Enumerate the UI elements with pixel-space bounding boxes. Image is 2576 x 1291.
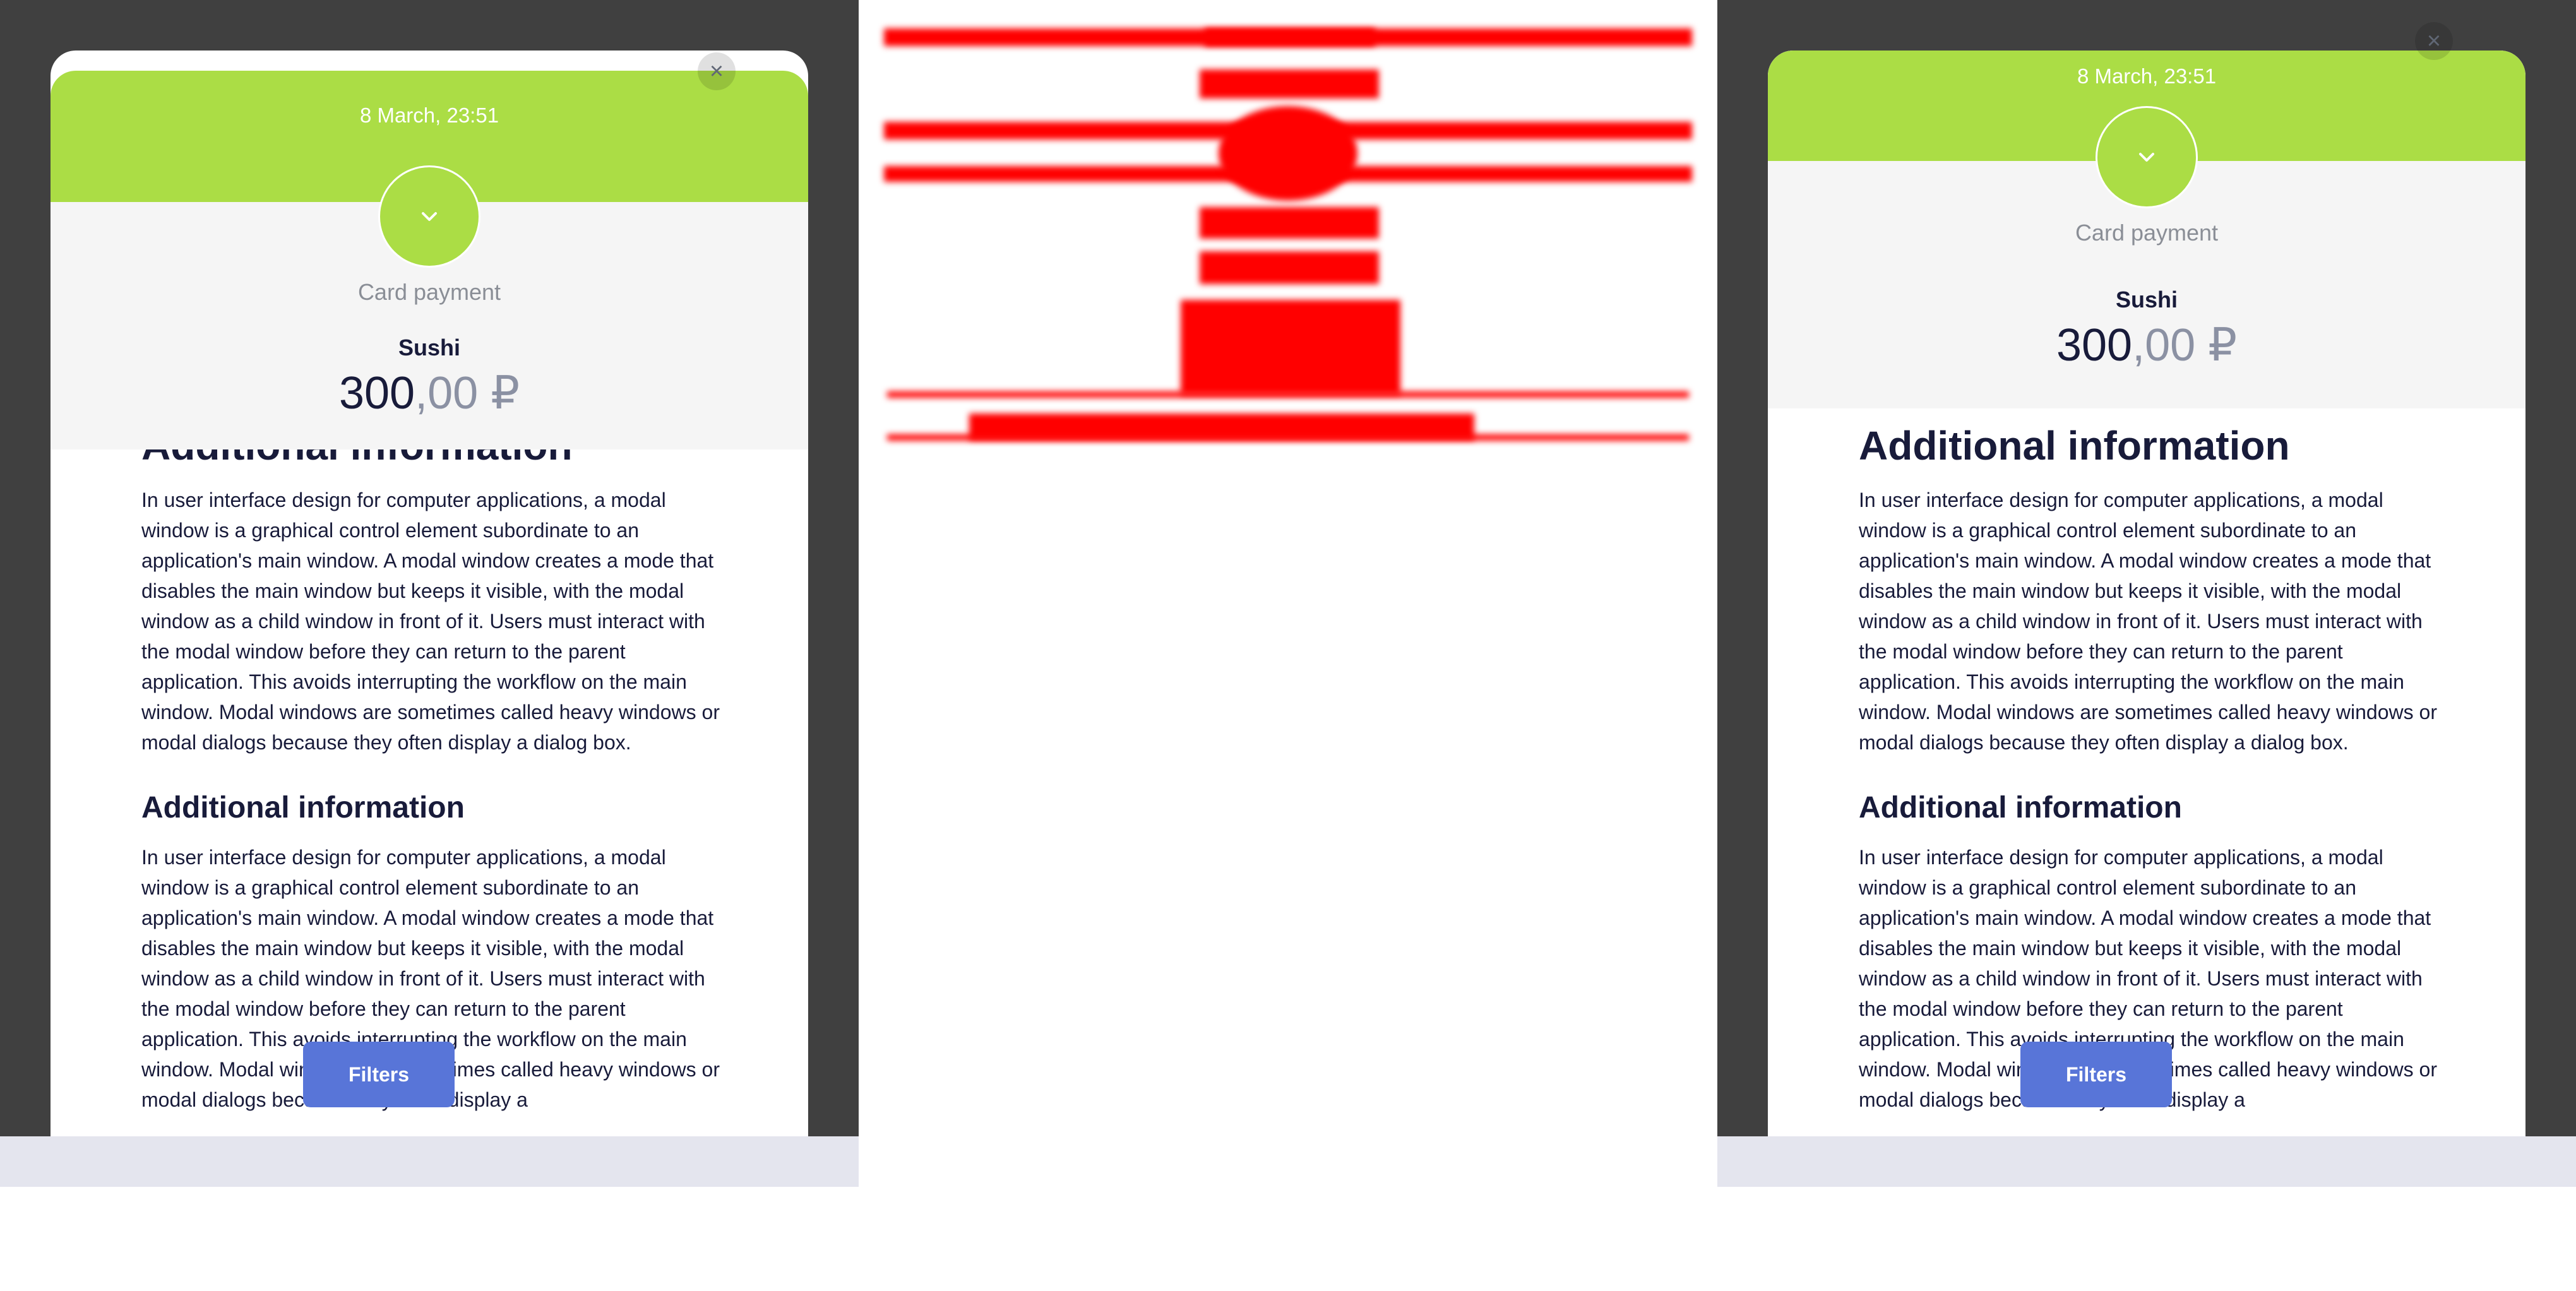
amount-main: 300: [2056, 320, 2133, 371]
left-screen: 8 March, 23:51 Card payment Sushi 300,00…: [0, 0, 859, 1136]
transaction-date: 8 March, 23:51: [359, 104, 499, 127]
merchant-name: Sushi: [2115, 287, 2178, 312]
payment-type: Card payment: [357, 279, 501, 305]
filters-button[interactable]: Filters: [303, 1042, 455, 1107]
bottom-strip-right: [1717, 1136, 2576, 1187]
diff-panel: [859, 0, 1717, 1291]
section-paragraph: In user interface design for computer ap…: [1859, 489, 2437, 754]
modal-header: 8 March, 23:51 Card payment Sushi 300,00…: [51, 71, 808, 449]
section-title-2: Additional information: [141, 791, 465, 824]
section-paragraph: In user interface design for computer ap…: [141, 489, 720, 754]
amount-fraction: ,00 ₽: [2132, 320, 2238, 371]
payment-type: Card payment: [2075, 220, 2219, 246]
diff-mark: [1200, 69, 1379, 98]
chevron-down-icon: [2139, 153, 2154, 162]
diff-mark: [1200, 251, 1379, 284]
transaction-modal: 8 March, 23:51 Card payment Sushi 300,00…: [51, 51, 808, 1136]
status-circle: [2096, 106, 2198, 208]
chevron-down-icon: [422, 212, 437, 221]
right-screen: 8 March, 23:51 Card payment Sushi 300,00…: [1717, 0, 2576, 1136]
section-title-2: Additional information: [1859, 791, 2182, 824]
amount: 300,00 ₽: [1768, 318, 2525, 371]
diff-mark: [1200, 207, 1379, 239]
diff-mark: [1219, 106, 1357, 201]
close-button[interactable]: ×: [698, 52, 736, 90]
modal-header: 8 March, 23:51 Card payment Sushi 300,00…: [1768, 51, 2525, 408]
modal-content: Additional information In user interface…: [141, 420, 722, 1115]
diff-mark: [1205, 28, 1375, 46]
amount-fraction: ,00 ₽: [415, 368, 520, 419]
modal-content: Additional information In user interface…: [1859, 420, 2440, 1115]
close-icon: ×: [2426, 28, 2442, 54]
transaction-modal: 8 March, 23:51 Card payment Sushi 300,00…: [1768, 51, 2525, 1136]
transaction-date: 8 March, 23:51: [2077, 64, 2217, 88]
filters-button[interactable]: Filters: [2020, 1042, 2172, 1107]
merchant-name: Sushi: [398, 335, 460, 360]
section-title: Additional information: [1859, 423, 2290, 468]
amount: 300,00 ₽: [51, 366, 808, 419]
diff-mark: [887, 391, 1689, 398]
diff-mark: [1181, 300, 1400, 395]
bottom-strip-left: [0, 1136, 859, 1187]
close-icon: ×: [709, 58, 724, 85]
status-circle: [378, 165, 480, 268]
close-button[interactable]: ×: [2415, 22, 2453, 60]
diff-mark: [969, 413, 1474, 440]
amount-main: 300: [338, 368, 415, 419]
